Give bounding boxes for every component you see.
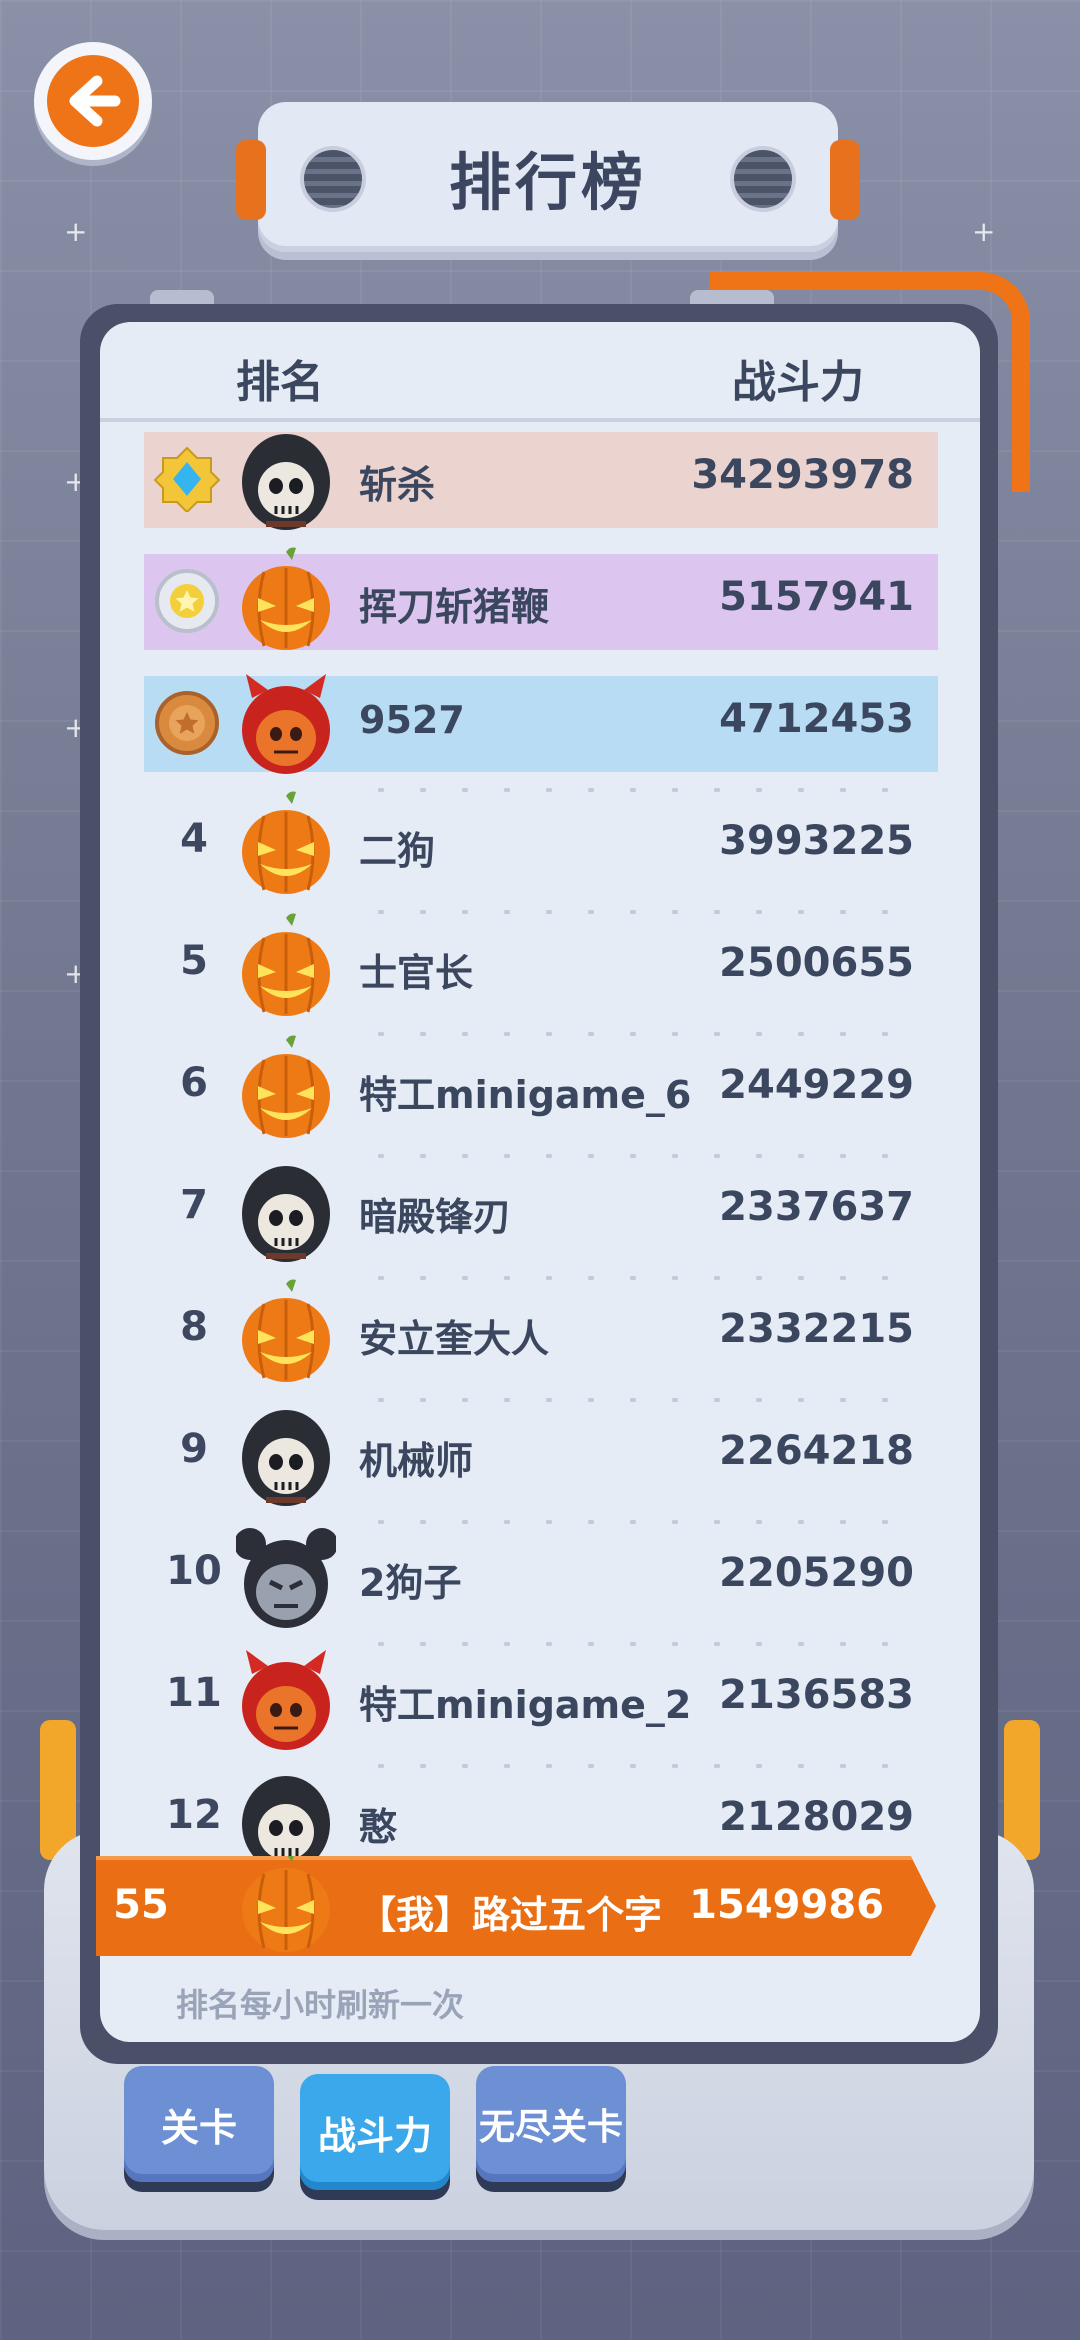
leaderboard-row: 7 暗殿锋刃 2337637 (144, 1164, 938, 1262)
player-power: 2136583 (719, 1672, 914, 1718)
rank-number: 12 (166, 1792, 222, 1838)
reaper-avatar (236, 1400, 336, 1508)
tab-levels[interactable]: 关卡 (124, 2066, 274, 2182)
pumpkin-avatar (236, 1278, 336, 1386)
leaderboard-row: 11 特工minigame_2 2136583 (144, 1650, 938, 1750)
player-power: 2205290 (719, 1550, 914, 1596)
column-header: 排名 战斗力 (100, 322, 980, 422)
rank-number: 9 (180, 1426, 208, 1472)
player-name: 挥刀斩猪鞭 (359, 585, 550, 629)
pumpkin-avatar (236, 912, 336, 1020)
my-power: 1549986 (689, 1882, 884, 1928)
player-power: 2332215 (719, 1306, 914, 1352)
leaderboard-panel: 排名 战斗力 斩杀 34293978 挥刀斩猪鞭 5157941 9527 4712453… (100, 322, 980, 2042)
bronze-medal-icon (154, 690, 220, 756)
row-divider (360, 788, 920, 792)
player-power: 3993225 (719, 818, 914, 864)
plate-ear (830, 140, 860, 220)
silver-medal-icon (154, 568, 220, 634)
pumpkin-avatar (236, 1856, 336, 1956)
row-divider (360, 1276, 920, 1280)
row-divider (360, 910, 920, 914)
player-power: 5157941 (719, 574, 914, 620)
player-name: 暗殿锋刃 (359, 1195, 512, 1239)
player-power: 2337637 (719, 1184, 914, 1230)
rank-number: 7 (180, 1182, 208, 1228)
player-power: 2128029 (719, 1794, 914, 1840)
player-power: 2264218 (719, 1428, 914, 1474)
player-power: 2500655 (719, 940, 914, 986)
leaderboard-row: 5 士官长 2500655 (144, 913, 938, 1016)
row-divider (360, 1764, 920, 1768)
pumpkin-avatar (236, 790, 336, 898)
rank-number: 8 (180, 1304, 208, 1350)
leaderboard-row: 6 特工minigame_6 2449229 (144, 1035, 938, 1138)
row-divider (360, 1398, 920, 1402)
rank-number: 10 (166, 1548, 222, 1594)
plate-ear (236, 140, 266, 220)
tab-power[interactable]: 战斗力 (300, 2074, 450, 2190)
my-rank: 55 (113, 1882, 169, 1928)
player-name: 2狗子 (359, 1561, 462, 1605)
back-arrow-icon (47, 55, 139, 147)
leaderboard-row: 10 2狗子 2205290 (144, 1528, 938, 1628)
refresh-note: 排名每小时刷新一次 (176, 1986, 465, 2024)
sparkle-icon: + (64, 215, 88, 248)
bolt-icon (300, 146, 366, 212)
leaderboard-row: 9527 4712453 (144, 674, 938, 774)
page-title: 排行榜 (448, 146, 647, 219)
mouse-ear-avatar (234, 1522, 338, 1630)
leaderboard-row: 9 机械师 2264218 (144, 1408, 938, 1506)
power-column-header: 战斗力 (732, 357, 864, 408)
rank-number: 5 (180, 938, 208, 984)
player-name: 特工minigame_2 (359, 1683, 692, 1727)
player-power: 34293978 (691, 452, 914, 498)
player-power: 4712453 (719, 696, 914, 742)
rank-column-header: 排名 (236, 357, 324, 408)
row-divider (360, 1032, 920, 1036)
tab-endless-levels[interactable]: 无尽关卡 (476, 2066, 626, 2182)
player-name: 斩杀 (359, 463, 436, 507)
reaper-avatar (236, 1156, 336, 1264)
row-divider (360, 1642, 920, 1646)
tray-wing (1004, 1720, 1040, 1860)
my-rank-row: 55 【我】路过五个字 1549986 (96, 1856, 936, 1956)
player-name: 安立奎大人 (359, 1317, 550, 1361)
rank-number: 6 (180, 1060, 208, 1106)
back-button[interactable] (34, 42, 152, 160)
player-name: 9527 (359, 698, 465, 742)
pumpkin-avatar (236, 546, 336, 654)
title-plate: 排行榜 (236, 102, 860, 252)
rank-number: 11 (166, 1670, 222, 1716)
devil-avatar (236, 1644, 336, 1752)
player-name: 二狗 (359, 829, 436, 873)
player-power: 2449229 (719, 1062, 914, 1108)
player-name: 特工minigame_6 (359, 1073, 692, 1117)
leaderboard-row: 8 安立奎大人 2332215 (144, 1279, 938, 1382)
diamond-medal-icon (153, 446, 221, 514)
bolt-icon (730, 146, 796, 212)
row-divider (360, 1154, 920, 1158)
sparkle-icon: + (972, 215, 996, 248)
pumpkin-avatar (236, 1034, 336, 1142)
player-name: 机械师 (359, 1439, 474, 1483)
devil-avatar (236, 668, 336, 776)
player-name: 憨 (359, 1805, 398, 1849)
leaderboard-row: 4 二狗 3993225 (144, 791, 938, 894)
leaderboard-row: 12 憨 2128029 (144, 1774, 938, 1872)
leaderboard-row: 挥刀斩猪鞭 5157941 (144, 547, 938, 650)
player-name: 士官长 (359, 951, 474, 995)
reaper-avatar (236, 424, 336, 532)
rank-number: 4 (180, 816, 208, 862)
leaderboard-row: 斩杀 34293978 (144, 432, 938, 530)
row-divider (360, 1520, 920, 1524)
my-name: 【我】路过五个字 (358, 1893, 663, 1937)
